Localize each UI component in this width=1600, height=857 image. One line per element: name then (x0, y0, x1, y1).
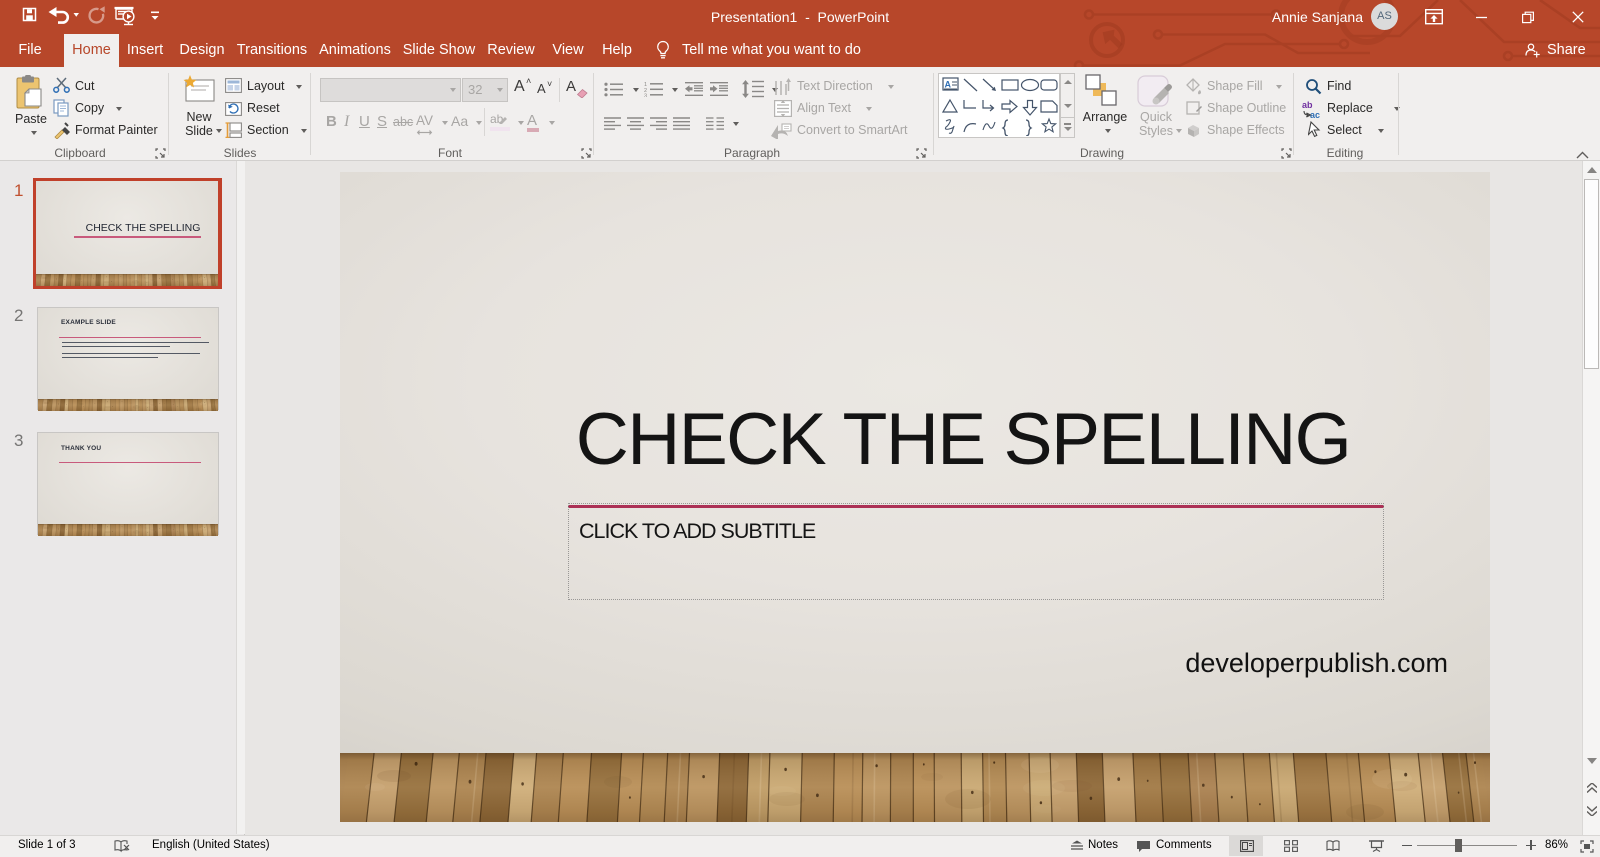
svg-text:A: A (945, 80, 952, 90)
svg-text:ab: ab (1302, 100, 1313, 110)
svg-text:ac: ac (1310, 110, 1320, 119)
svg-text:3: 3 (644, 94, 647, 98)
